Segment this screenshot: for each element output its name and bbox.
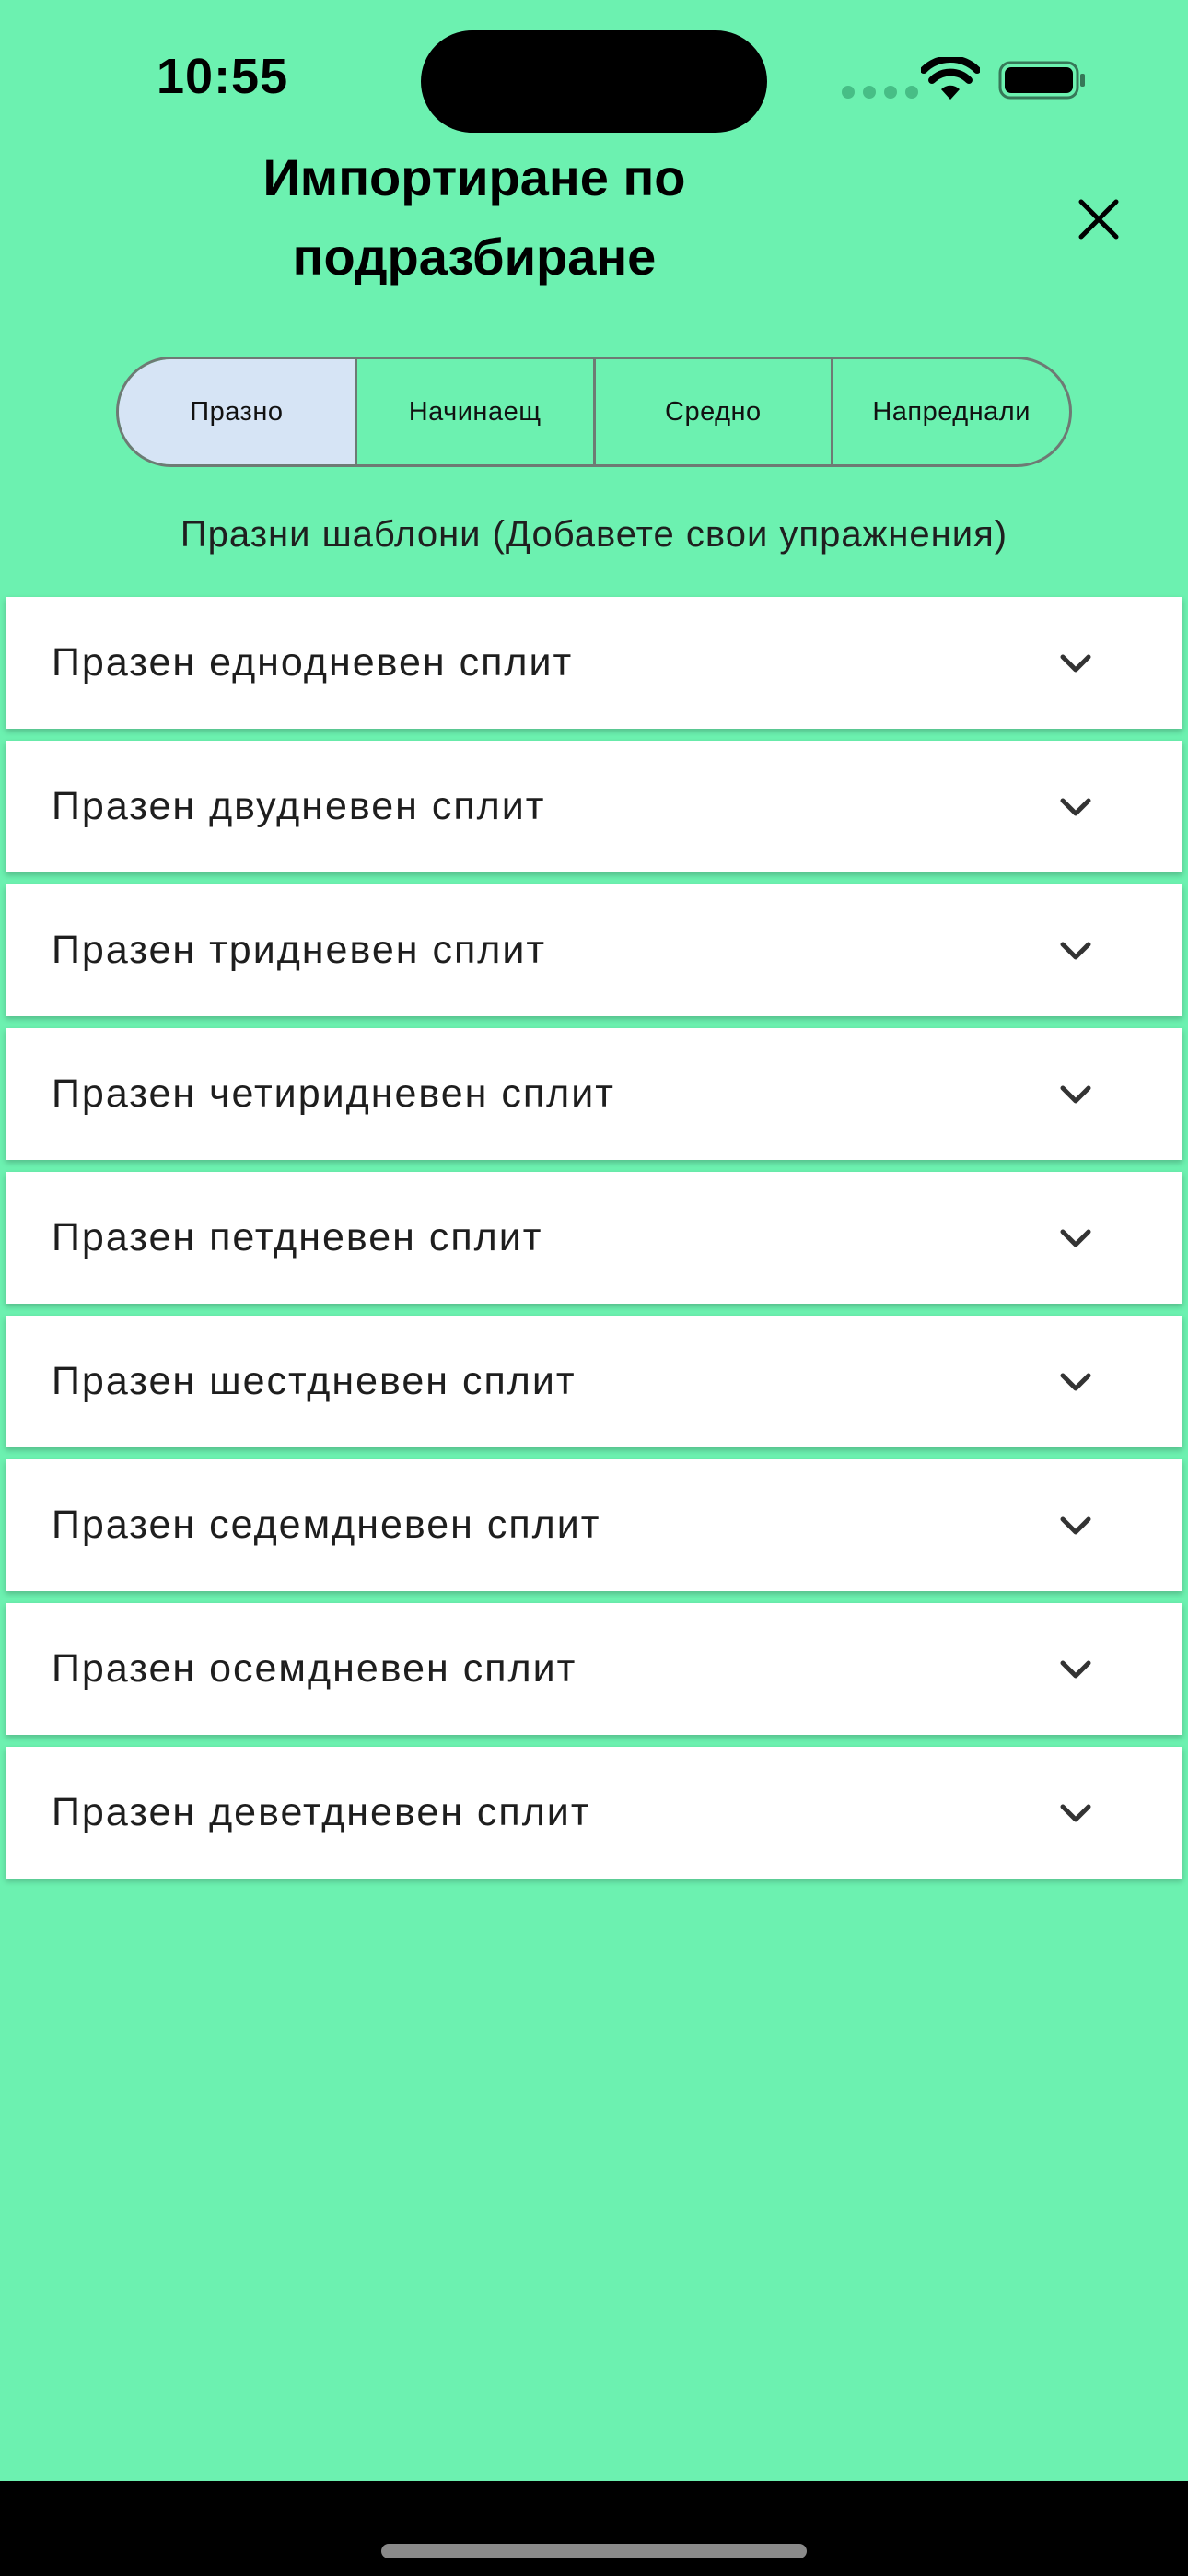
home-indicator[interactable]: [381, 2544, 807, 2558]
status-time: 10:55: [157, 49, 289, 104]
template-item-1-day[interactable]: Празен еднодневен сплит: [6, 597, 1182, 729]
cellular-signal-icon: [842, 86, 918, 99]
segment-intermediate[interactable]: Средно: [596, 359, 834, 464]
template-label: Празен двудневен сплит: [52, 784, 546, 828]
segment-advanced[interactable]: Напреднали: [833, 359, 1069, 464]
template-label: Празен шестдневен сплит: [52, 1359, 577, 1403]
template-label: Празен осемдневен сплит: [52, 1646, 577, 1691]
close-button[interactable]: [1068, 189, 1129, 250]
template-item-4-day[interactable]: Празен четиридневен сплит: [6, 1028, 1182, 1160]
difficulty-segmented-control: Празно Начинаещ Средно Напреднали: [116, 357, 1072, 467]
chevron-down-icon[interactable]: [1055, 1074, 1096, 1115]
segment-empty[interactable]: Празно: [119, 359, 357, 464]
template-item-6-day[interactable]: Празен шестдневен сплит: [6, 1316, 1182, 1447]
template-item-7-day[interactable]: Празен седемдневен сплит: [6, 1459, 1182, 1591]
template-label: Празен еднодневен сплит: [52, 640, 574, 685]
chevron-down-icon[interactable]: [1055, 787, 1096, 827]
chevron-down-icon[interactable]: [1055, 1505, 1096, 1546]
page-title: Импортиране по подразбиране: [262, 148, 686, 286]
segment-beginner[interactable]: Начинаещ: [357, 359, 596, 464]
template-item-9-day[interactable]: Празен деветдневен сплит: [6, 1747, 1182, 1879]
template-label: Празен тридневен сплит: [52, 928, 547, 972]
chevron-down-icon[interactable]: [1055, 643, 1096, 684]
chevron-down-icon[interactable]: [1055, 1362, 1096, 1402]
bottom-bar: [0, 2481, 1188, 2576]
template-label: Празен четиридневен сплит: [52, 1071, 615, 1116]
chevron-down-icon[interactable]: [1055, 931, 1096, 971]
battery-icon: [998, 61, 1085, 100]
chevron-down-icon[interactable]: [1055, 1793, 1096, 1833]
chevron-down-icon[interactable]: [1055, 1649, 1096, 1690]
template-label: Празен седемдневен сплит: [52, 1503, 601, 1547]
template-list: Празен еднодневен сплит Празен двудневен…: [6, 597, 1182, 1891]
template-label: Празен петдневен сплит: [52, 1215, 543, 1259]
template-item-5-day[interactable]: Празен петдневен сплит: [6, 1172, 1182, 1304]
section-label: Празни шаблони (Добавете свои упражнения…: [180, 514, 1008, 555]
template-item-8-day[interactable]: Празен осемдневен сплит: [6, 1603, 1182, 1735]
wifi-icon: [921, 57, 980, 100]
template-item-3-day[interactable]: Празен тридневен сплит: [6, 884, 1182, 1016]
close-icon: [1078, 199, 1119, 240]
dynamic-island: [421, 30, 767, 133]
template-item-2-day[interactable]: Празен двудневен сплит: [6, 741, 1182, 872]
status-bar: 10:55: [0, 0, 1188, 147]
chevron-down-icon[interactable]: [1055, 1218, 1096, 1259]
template-label: Празен деветдневен сплит: [52, 1790, 591, 1834]
